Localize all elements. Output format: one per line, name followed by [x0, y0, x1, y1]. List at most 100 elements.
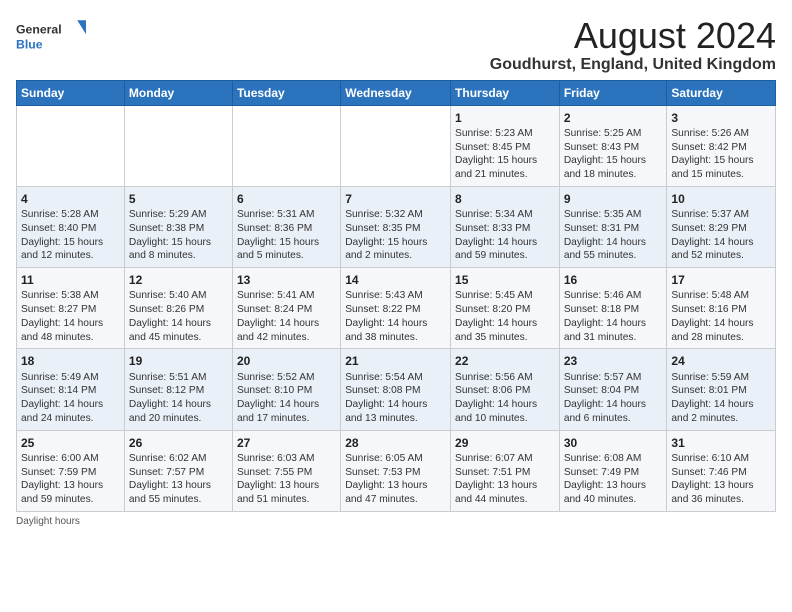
day-cell: 11Sunrise: 5:38 AMSunset: 8:27 PMDayligh… [17, 268, 125, 349]
day-info: Sunset: 8:35 PM [345, 222, 446, 236]
day-info: Sunset: 8:20 PM [455, 303, 555, 317]
col-friday: Friday [559, 80, 667, 105]
day-number: 15 [455, 272, 555, 288]
logo: General Blue [16, 16, 86, 56]
day-number: 29 [455, 435, 555, 451]
day-number: 10 [671, 191, 771, 207]
day-info: Daylight: 14 hours [345, 317, 446, 331]
page: General Blue August 2024 Goudhurst, Engl… [0, 0, 792, 535]
day-info: Sunset: 8:31 PM [564, 222, 663, 236]
day-info: Sunset: 7:49 PM [564, 466, 663, 480]
header: General Blue August 2024 Goudhurst, Engl… [16, 16, 776, 74]
day-cell [232, 105, 340, 186]
day-info: Daylight: 15 hours [671, 154, 771, 168]
header-row: Sunday Monday Tuesday Wednesday Thursday… [17, 80, 776, 105]
day-info: Daylight: 13 hours [129, 479, 228, 493]
day-info: Sunrise: 6:02 AM [129, 452, 228, 466]
day-cell: 3Sunrise: 5:26 AMSunset: 8:42 PMDaylight… [667, 105, 776, 186]
day-cell: 17Sunrise: 5:48 AMSunset: 8:16 PMDayligh… [667, 268, 776, 349]
day-info: and 44 minutes. [455, 493, 555, 507]
day-info: Sunset: 8:29 PM [671, 222, 771, 236]
svg-text:General: General [16, 22, 62, 36]
day-cell: 27Sunrise: 6:03 AMSunset: 7:55 PMDayligh… [232, 430, 340, 511]
day-info: Daylight: 15 hours [564, 154, 663, 168]
day-cell: 24Sunrise: 5:59 AMSunset: 8:01 PMDayligh… [667, 349, 776, 430]
day-info: and 10 minutes. [455, 412, 555, 426]
day-info: and 47 minutes. [345, 493, 446, 507]
day-cell: 18Sunrise: 5:49 AMSunset: 8:14 PMDayligh… [17, 349, 125, 430]
day-info: Daylight: 13 hours [345, 479, 446, 493]
day-number: 14 [345, 272, 446, 288]
day-cell: 21Sunrise: 5:54 AMSunset: 8:08 PMDayligh… [341, 349, 451, 430]
day-info: and 20 minutes. [129, 412, 228, 426]
week-row-2: 4Sunrise: 5:28 AMSunset: 8:40 PMDaylight… [17, 186, 776, 267]
day-info: and 2 minutes. [345, 249, 446, 263]
day-info: Daylight: 14 hours [21, 317, 120, 331]
day-info: and 18 minutes. [564, 168, 663, 182]
logo-svg: General Blue [16, 16, 86, 56]
day-info: Sunrise: 5:32 AM [345, 208, 446, 222]
day-info: and 15 minutes. [671, 168, 771, 182]
title-block: August 2024 Goudhurst, England, United K… [490, 16, 776, 74]
day-cell: 7Sunrise: 5:32 AMSunset: 8:35 PMDaylight… [341, 186, 451, 267]
day-number: 26 [129, 435, 228, 451]
day-number: 31 [671, 435, 771, 451]
day-info: and 2 minutes. [671, 412, 771, 426]
day-number: 25 [21, 435, 120, 451]
day-info: and 5 minutes. [237, 249, 336, 263]
day-info: Sunset: 8:42 PM [671, 141, 771, 155]
day-info: Sunset: 7:51 PM [455, 466, 555, 480]
day-number: 6 [237, 191, 336, 207]
day-info: Sunset: 7:53 PM [345, 466, 446, 480]
day-cell: 31Sunrise: 6:10 AMSunset: 7:46 PMDayligh… [667, 430, 776, 511]
col-saturday: Saturday [667, 80, 776, 105]
day-info: Daylight: 14 hours [345, 398, 446, 412]
day-info: Sunset: 8:38 PM [129, 222, 228, 236]
day-info: Daylight: 15 hours [129, 236, 228, 250]
day-info: and 12 minutes. [21, 249, 120, 263]
day-info: Sunset: 8:40 PM [21, 222, 120, 236]
day-cell: 8Sunrise: 5:34 AMSunset: 8:33 PMDaylight… [451, 186, 560, 267]
day-info: Sunset: 8:24 PM [237, 303, 336, 317]
day-number: 17 [671, 272, 771, 288]
day-info: Sunrise: 5:48 AM [671, 289, 771, 303]
day-number: 2 [564, 110, 663, 126]
day-info: Sunrise: 5:54 AM [345, 371, 446, 385]
col-tuesday: Tuesday [232, 80, 340, 105]
day-info: Daylight: 13 hours [564, 479, 663, 493]
day-number: 12 [129, 272, 228, 288]
day-cell: 22Sunrise: 5:56 AMSunset: 8:06 PMDayligh… [451, 349, 560, 430]
day-number: 5 [129, 191, 228, 207]
day-info: Sunset: 8:45 PM [455, 141, 555, 155]
day-info: Daylight: 14 hours [455, 398, 555, 412]
day-cell: 10Sunrise: 5:37 AMSunset: 8:29 PMDayligh… [667, 186, 776, 267]
day-info: Sunset: 8:22 PM [345, 303, 446, 317]
day-number: 13 [237, 272, 336, 288]
day-info: Daylight: 15 hours [345, 236, 446, 250]
day-info: Daylight: 14 hours [237, 398, 336, 412]
day-info: and 42 minutes. [237, 331, 336, 345]
day-info: and 21 minutes. [455, 168, 555, 182]
day-info: Sunset: 7:59 PM [21, 466, 120, 480]
col-sunday: Sunday [17, 80, 125, 105]
day-info: and 59 minutes. [21, 493, 120, 507]
day-info: Daylight: 14 hours [129, 398, 228, 412]
day-info: and 55 minutes. [564, 249, 663, 263]
day-info: Sunset: 8:08 PM [345, 384, 446, 398]
day-info: Daylight: 14 hours [671, 398, 771, 412]
day-number: 3 [671, 110, 771, 126]
day-info: Sunrise: 5:51 AM [129, 371, 228, 385]
day-info: Sunrise: 5:29 AM [129, 208, 228, 222]
day-info: and 59 minutes. [455, 249, 555, 263]
day-info: Daylight: 13 hours [21, 479, 120, 493]
day-info: Daylight: 13 hours [455, 479, 555, 493]
day-info: Sunrise: 5:35 AM [564, 208, 663, 222]
day-cell: 5Sunrise: 5:29 AMSunset: 8:38 PMDaylight… [124, 186, 232, 267]
day-cell: 2Sunrise: 5:25 AMSunset: 8:43 PMDaylight… [559, 105, 667, 186]
day-info: Sunset: 8:14 PM [21, 384, 120, 398]
main-title: August 2024 [490, 16, 776, 56]
day-info: Sunrise: 6:08 AM [564, 452, 663, 466]
week-row-1: 1Sunrise: 5:23 AMSunset: 8:45 PMDaylight… [17, 105, 776, 186]
day-info: Sunset: 8:26 PM [129, 303, 228, 317]
day-info: and 55 minutes. [129, 493, 228, 507]
